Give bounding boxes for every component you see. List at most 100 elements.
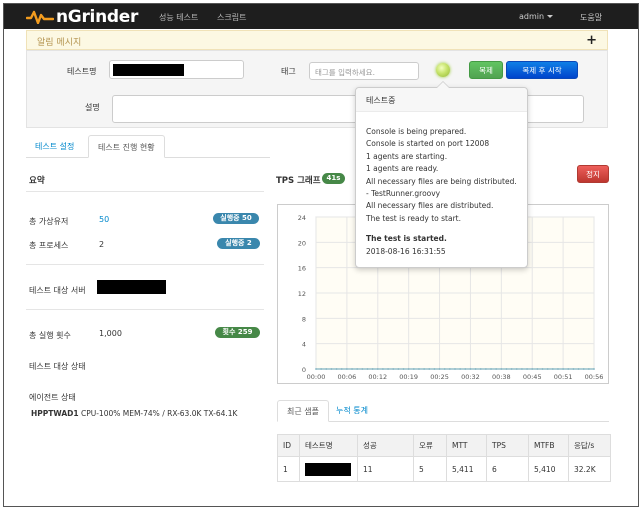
stop-button[interactable]: 정지 — [577, 165, 609, 183]
data-point — [484, 368, 487, 370]
redacted-block — [97, 280, 166, 294]
redacted-block — [113, 64, 184, 76]
target-status-label: 테스트 대상 상태 — [29, 362, 86, 371]
data-point — [505, 368, 508, 370]
cell-test-name — [299, 456, 358, 482]
data-point — [521, 368, 523, 370]
data-point — [423, 368, 426, 370]
detail-tabs: 테스트 설정 테스트 진행 현황 — [26, 135, 270, 158]
nav-performance-test[interactable]: 성능 테스트 — [159, 12, 198, 23]
tag-label: 태그 — [281, 67, 296, 76]
chevron-down-icon — [547, 15, 554, 18]
test-name-label: 테스트명 — [67, 67, 97, 76]
data-point — [418, 368, 420, 370]
x-tick-label: 00:00 — [307, 373, 326, 381]
sample-table: ID 테스트명 성공 오류 MTT TPS MTFB 응답/s 1 11 5 5… — [277, 434, 611, 482]
col-id: ID — [277, 434, 300, 457]
data-point — [495, 368, 498, 370]
vusers-running-badge: 실행중 50 — [213, 213, 259, 224]
x-tick-label: 00:38 — [492, 373, 511, 381]
log-line: Console is started on port 12008 — [366, 139, 490, 149]
data-point — [325, 368, 328, 370]
log-line: Console is being prepared. — [366, 127, 467, 136]
vusers-value: 50 — [99, 215, 110, 224]
x-tick-label: 00:12 — [368, 373, 387, 381]
x-tick-label: 00:51 — [554, 373, 573, 381]
data-point — [531, 368, 534, 370]
x-tick-label: 00:19 — [399, 373, 418, 381]
expand-plus-icon[interactable]: + — [586, 33, 597, 48]
log-line: - TestRunner.groovy — [366, 189, 441, 199]
user-name: admin — [519, 12, 545, 21]
description-label: 설명 — [85, 103, 100, 112]
y-tick-label: 16 — [298, 265, 306, 273]
help-link[interactable]: 도움말 — [580, 12, 602, 23]
clone-button[interactable]: 복제 — [469, 61, 503, 79]
data-point — [490, 368, 492, 370]
data-point — [567, 368, 570, 370]
data-point — [320, 368, 323, 370]
data-point — [397, 368, 400, 370]
cell-id: 1 — [277, 456, 300, 482]
data-point — [541, 368, 544, 370]
log-line: All necessary files are being distribute… — [366, 176, 517, 186]
log-line: The test is ready to start. — [366, 213, 461, 223]
data-point — [371, 368, 374, 370]
data-point — [330, 368, 333, 370]
data-point — [392, 368, 395, 370]
notice-title: 알림 메시지 — [37, 38, 82, 48]
data-point — [407, 368, 410, 370]
x-tick-label: 00:06 — [338, 373, 357, 381]
agent-name: HPPTWAD1 — [31, 409, 79, 418]
col-test-name: 테스트명 — [299, 434, 358, 457]
agent-status-line: HPPTWAD1 CPU-100% MEM-74% / RX-63.0K TX-… — [31, 409, 237, 418]
data-point — [454, 368, 456, 370]
y-tick-label: 12 — [298, 290, 306, 298]
col-mtfb: MTFB — [528, 434, 569, 457]
data-point — [366, 368, 369, 370]
data-point — [361, 368, 364, 370]
log-started: The test is started. — [366, 234, 447, 244]
tab-recent-sample[interactable]: 최근 샘플 — [277, 400, 329, 422]
data-point — [536, 368, 539, 370]
data-point — [464, 368, 467, 370]
divider — [26, 264, 264, 265]
vusers-label: 총 가상유저 — [29, 217, 69, 226]
cell-mtfb: 5,410 — [528, 456, 569, 482]
runs-label: 총 실행 횟수 — [29, 331, 71, 340]
y-tick-label: 8 — [302, 315, 306, 323]
data-point — [459, 368, 462, 370]
popover-title: 테스트중 — [356, 88, 527, 112]
col-errors: 오류 — [413, 434, 447, 457]
stats-tabs: 최근 샘플 누적 통계 — [277, 400, 609, 422]
status-led-icon — [436, 63, 450, 77]
data-point — [412, 368, 415, 370]
data-point — [433, 368, 436, 370]
nav-script[interactable]: 스크립트 — [217, 12, 246, 23]
tag-input[interactable]: 태그를 입력하세요. — [309, 62, 419, 80]
clone-and-start-button[interactable]: 복제 후 시작 — [506, 61, 578, 79]
brand-logo[interactable]: nGrinder — [26, 7, 138, 27]
col-success: 성공 — [357, 434, 414, 457]
data-point — [474, 368, 477, 370]
runs-count-badge: 횟수 259 — [215, 327, 260, 338]
test-name-input[interactable] — [109, 60, 244, 79]
processes-label: 총 프로세스 — [29, 241, 69, 250]
target-server-label: 테스트 대상 서버 — [29, 286, 86, 295]
tab-test-config[interactable]: 테스트 설정 — [26, 135, 83, 158]
data-point — [356, 368, 359, 370]
cell-tps: 6 — [486, 456, 529, 482]
tab-test-progress[interactable]: 테스트 진행 현황 — [88, 135, 165, 158]
y-tick-label: 20 — [298, 239, 306, 247]
test-status-popover: 테스트중 Console is being prepared. Console … — [355, 81, 528, 268]
tab-cumulative-stats[interactable]: 누적 통계 — [327, 400, 377, 422]
data-point — [376, 368, 379, 370]
data-point — [402, 368, 405, 370]
agent-status-label: 에이전트 상태 — [29, 393, 76, 402]
data-point — [387, 368, 389, 370]
user-menu[interactable]: admin — [519, 12, 554, 21]
x-tick-label: 00:45 — [523, 373, 542, 381]
data-point — [515, 368, 518, 370]
data-point — [500, 368, 503, 370]
data-point — [562, 368, 565, 370]
